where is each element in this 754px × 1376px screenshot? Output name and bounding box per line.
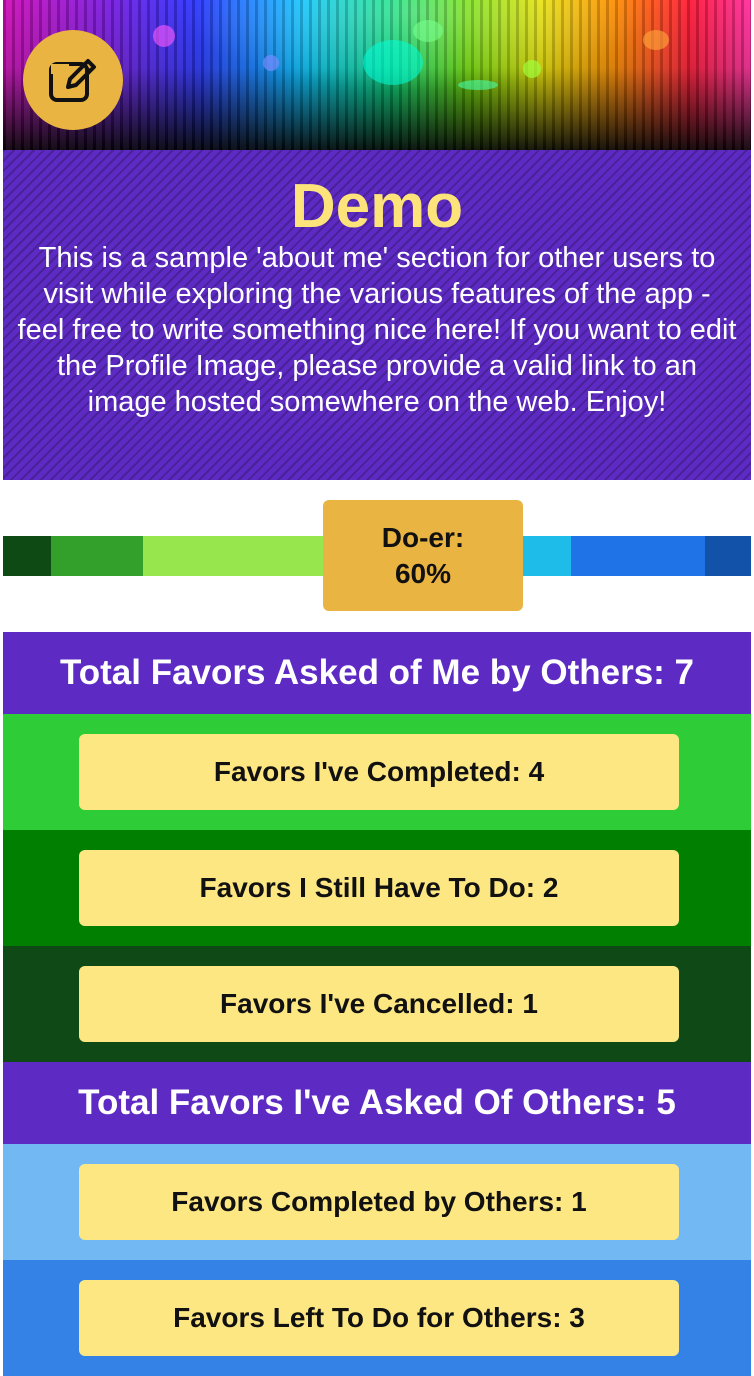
paint-splat: [363, 40, 423, 85]
profile-name: Demo: [290, 172, 464, 241]
favors-left-to-do-for-others-button[interactable]: Favors Left To Do for Others: 3: [79, 1280, 679, 1356]
profile-bio: This is a sample 'about me' section for …: [17, 242, 737, 418]
favors-completed-by-others-button[interactable]: Favors Completed by Others: 1: [79, 1164, 679, 1240]
paint-splat: [643, 30, 669, 50]
favors-cancelled-button[interactable]: Favors I've Cancelled: 1: [79, 966, 679, 1042]
paint-splat: [263, 55, 279, 71]
doer-label: Do-er:: [381, 521, 465, 553]
meter-segment: [523, 536, 571, 576]
paint-splat: [458, 80, 498, 90]
doer-meter-label: Do-er: 60%: [323, 500, 523, 611]
meter-segment: [143, 536, 323, 576]
edit-profile-button[interactable]: [23, 30, 123, 130]
favors-still-to-do-button[interactable]: Favors I Still Have To Do: 2: [79, 850, 679, 926]
asked-of-me-header: Total Favors Asked of Me by Others: 7: [3, 632, 751, 714]
paint-splat: [523, 60, 541, 78]
meter-segment: [51, 536, 143, 576]
paint-splat: [153, 25, 175, 47]
favors-completed-button[interactable]: Favors I've Completed: 4: [79, 734, 679, 810]
meter-segment: [3, 536, 51, 576]
left-to-do-for-others-band: Favors Left To Do for Others: 3: [3, 1260, 751, 1376]
meter-segment: [705, 536, 751, 576]
asked-of-others-header: Total Favors I've Asked Of Others: 5: [3, 1062, 751, 1144]
edit-icon: [49, 59, 96, 102]
cancelled-band: Favors I've Cancelled: 1: [3, 946, 751, 1062]
still-to-do-band: Favors I Still Have To Do: 2: [3, 830, 751, 946]
meter-segment: [571, 536, 705, 576]
doer-percent: 60%: [394, 557, 452, 589]
completed-by-others-band: Favors Completed by Others: 1: [3, 1144, 751, 1260]
about-me-section: Demo This is a sample 'about me' section…: [3, 150, 751, 480]
paint-splat: [413, 20, 443, 42]
completed-band: Favors I've Completed: 4: [3, 714, 751, 830]
